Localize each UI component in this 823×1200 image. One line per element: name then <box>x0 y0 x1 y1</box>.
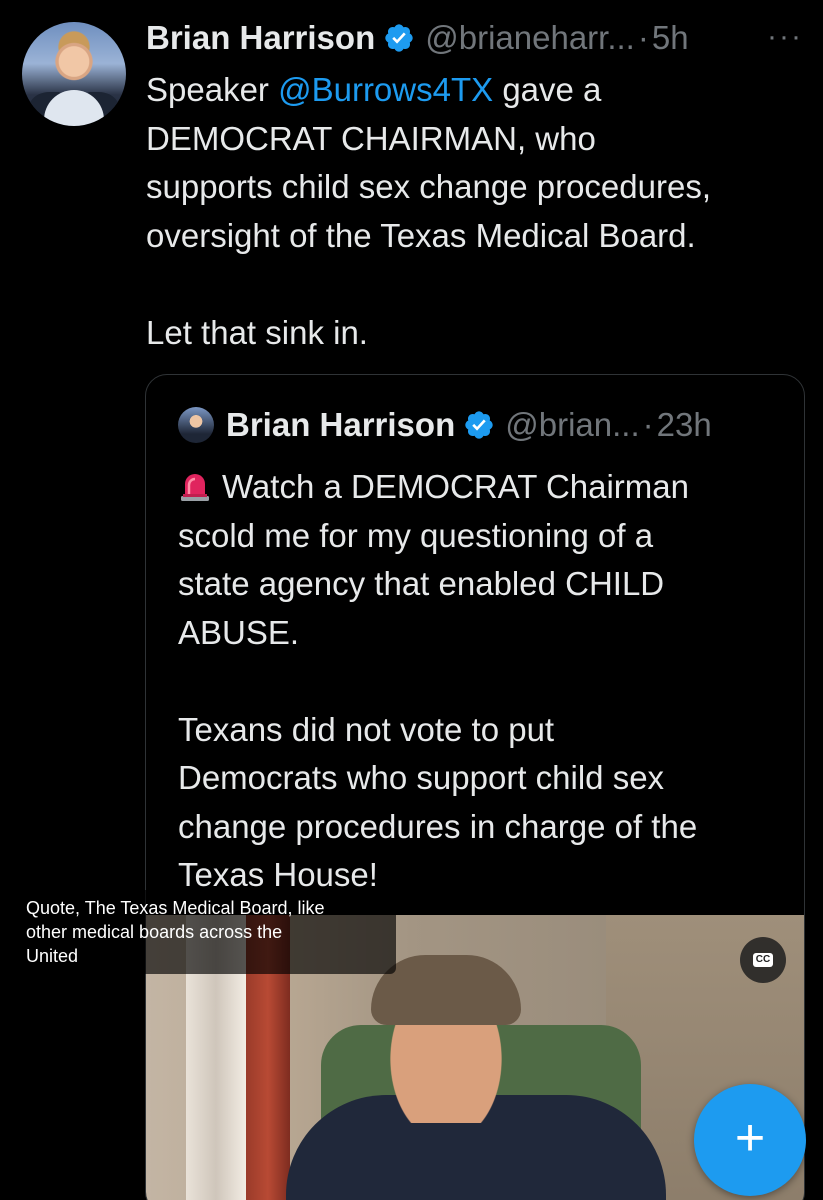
header-separator: · <box>637 19 649 56</box>
plus-icon: + <box>734 1109 766 1167</box>
tweet[interactable]: Brian Harrison @brianeharr... · 5h ··· S… <box>0 0 823 1200</box>
compose-tweet-button[interactable]: + <box>694 1084 806 1196</box>
quoted-tweet[interactable]: Brian Harrison @brian... · 23h Watch a D… <box>145 374 805 1200</box>
tweet-header: Brian Harrison @brianeharr... · 5h ··· <box>146 14 803 62</box>
quoted-header-separator: · <box>642 406 654 443</box>
author-name[interactable]: Brian Harrison <box>146 19 375 57</box>
siren-icon <box>181 474 209 501</box>
tweet-text-start: Speaker <box>146 71 279 108</box>
tweet-text: Speaker @Burrows4TX gave a DEMOCRAT CHAI… <box>146 66 811 357</box>
tweet-text-rest: gave a DEMOCRAT CHAIRMAN, who supports c… <box>146 71 711 351</box>
cc-icon: CC <box>752 953 774 967</box>
tweet-timestamp[interactable]: 5h <box>652 19 689 57</box>
closed-captions-button[interactable]: CC <box>740 937 786 983</box>
mention-link[interactable]: @Burrows4TX <box>278 71 493 108</box>
quoted-author-avatar <box>178 407 214 443</box>
video-caption: Quote, The Texas Medical Board, like oth… <box>16 890 396 974</box>
author-avatar[interactable] <box>22 22 126 126</box>
author-handle[interactable]: @brianeharr... <box>425 19 635 57</box>
quoted-tweet-timestamp: 23h <box>656 406 712 443</box>
quoted-author-handle: @brian... <box>505 406 640 443</box>
quoted-tweet-header: Brian Harrison @brian... · 23h <box>178 403 712 447</box>
quoted-tweet-text: Watch a DEMOCRAT Chairman scold me for m… <box>178 463 788 900</box>
verified-badge-icon <box>385 24 413 52</box>
quoted-tweet-body: Watch a DEMOCRAT Chairman scold me for m… <box>178 468 698 893</box>
verified-badge-icon <box>465 411 493 439</box>
video-caption-text: Quote, The Texas Medical Board, like oth… <box>26 898 325 966</box>
quoted-author-name: Brian Harrison <box>226 406 456 443</box>
more-options-icon[interactable]: ··· <box>767 20 803 54</box>
